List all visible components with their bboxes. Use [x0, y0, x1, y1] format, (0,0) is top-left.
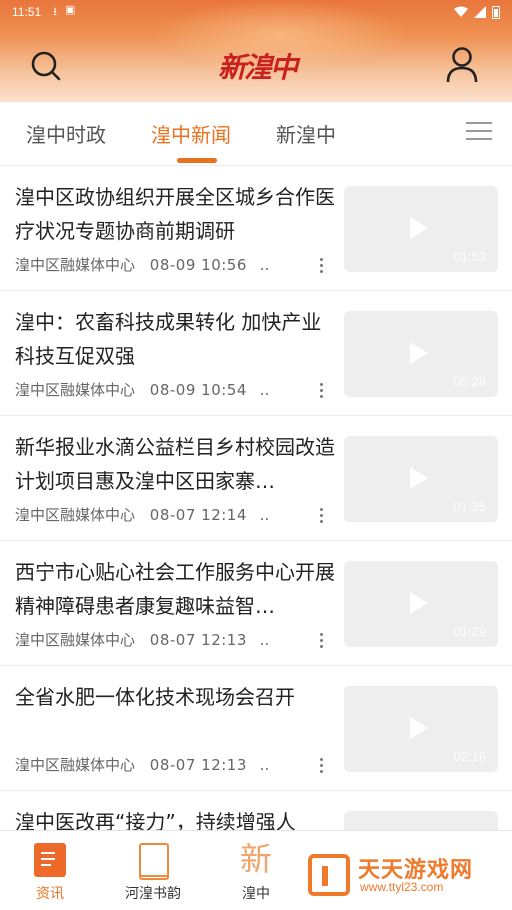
news-source: 湟中区融媒体中心 — [15, 756, 136, 774]
search-icon — [31, 51, 61, 81]
news-ellipsis: .. — [259, 631, 270, 649]
news-icon — [34, 843, 66, 877]
video-thumbnail[interactable]: 02:16 — [344, 686, 498, 772]
video-thumbnail[interactable] — [344, 811, 498, 830]
news-ellipsis: .. — [259, 506, 270, 524]
news-meta: 湟中区融媒体中心 08-07 12:13 .. — [15, 754, 305, 775]
news-item[interactable]: 西宁市心贴心社会工作服务中心开展精神障碍患者康复趣味益智… 湟中区融媒体中心 0… — [0, 541, 512, 666]
news-time: 08-09 10:54 — [149, 381, 247, 399]
more-options-button[interactable] — [313, 254, 329, 276]
video-thumbnail[interactable]: 01:53 — [344, 186, 498, 272]
status-right-icons — [454, 5, 500, 19]
active-tab-indicator — [177, 158, 217, 163]
more-options-button[interactable] — [313, 629, 329, 651]
nav-label: 资讯 — [36, 886, 64, 902]
status-bar: 11:51 ⭳ ▣ — [0, 0, 512, 24]
user-icon — [446, 47, 478, 83]
nav-label: 河湟书韵 — [125, 886, 181, 902]
nav-item-news[interactable]: 资讯 — [0, 831, 100, 910]
book-icon — [139, 843, 169, 880]
video-thumbnail[interactable]: 01:25 — [344, 436, 498, 522]
tab-xinwen[interactable]: 湟中新闻 — [151, 120, 231, 150]
video-duration: 01:53 — [453, 249, 486, 264]
news-ellipsis: .. — [259, 256, 270, 274]
news-ellipsis: .. — [259, 756, 270, 774]
news-list: 湟中区政协组织开展全区城乡合作医疗状况专题协商前期调研 湟中区融媒体中心 08-… — [0, 166, 512, 830]
news-title[interactable]: 新华报业水滴公益栏目乡村校园改造计划项目惠及湟中区田家寨… — [15, 430, 335, 498]
watermark-logo-icon — [308, 854, 350, 896]
play-icon — [410, 342, 428, 364]
video-duration: 05:28 — [453, 374, 486, 389]
xin-icon: 新 — [239, 840, 272, 878]
play-icon — [410, 467, 428, 489]
news-source: 湟中区融媒体中心 — [15, 256, 136, 274]
status-left-icons: ⭳ ▣ — [53, 3, 75, 22]
search-button[interactable] — [28, 48, 64, 84]
news-ellipsis: .. — [259, 381, 270, 399]
watermark: 天天游戏网 www.ttyl23.com — [300, 838, 505, 900]
news-item[interactable]: 湟中：农畜科技成果转化 加快产业科技互促双强 湟中区融媒体中心 08-09 10… — [0, 291, 512, 416]
play-icon — [410, 717, 428, 739]
notification-icon: ▣ — [65, 2, 76, 16]
news-item[interactable]: 湟中医改再“接力”，持续增强人 — [0, 791, 512, 830]
download-icon: ⭳ — [53, 4, 57, 18]
play-icon — [410, 217, 428, 239]
more-options-button[interactable] — [313, 504, 329, 526]
news-title[interactable]: 西宁市心贴心社会工作服务中心开展精神障碍患者康复趣味益智… — [15, 555, 335, 623]
nav-item-books[interactable]: 河湟书韵 — [103, 831, 203, 910]
news-title[interactable]: 湟中：农畜科技成果转化 加快产业科技互促双强 — [15, 305, 335, 373]
news-meta: 湟中区融媒体中心 08-09 10:56 .. — [15, 254, 305, 275]
news-meta: 湟中区融媒体中心 08-07 12:13 .. — [15, 629, 305, 650]
wifi-icon — [454, 6, 468, 17]
news-time: 08-07 12:13 — [149, 756, 247, 774]
news-meta: 湟中区融媒体中心 08-09 10:54 .. — [15, 379, 305, 400]
video-duration: 02:16 — [453, 749, 486, 764]
user-button[interactable] — [444, 46, 480, 84]
channel-tabs: 湟中时政 湟中新闻 新湟中 — [0, 102, 512, 166]
nav-label: 湟中 — [242, 886, 270, 902]
video-thumbnail[interactable]: 05:28 — [344, 311, 498, 397]
play-icon — [410, 592, 428, 614]
tab-xinhuangzhong[interactable]: 新湟中 — [276, 120, 336, 150]
news-title[interactable]: 湟中区政协组织开展全区城乡合作医疗状况专题协商前期调研 — [15, 180, 335, 248]
news-time: 08-09 10:56 — [149, 256, 247, 274]
news-meta: 湟中区融媒体中心 08-07 12:14 .. — [15, 504, 305, 525]
news-source: 湟中区融媒体中心 — [15, 631, 136, 649]
news-source: 湟中区融媒体中心 — [15, 506, 136, 524]
news-item[interactable]: 全省水肥一体化技术现场会召开 湟中区融媒体中心 08-07 12:13 .. 0… — [0, 666, 512, 791]
video-thumbnail[interactable]: 01:29 — [344, 561, 498, 647]
tab-shizheng[interactable]: 湟中时政 — [26, 120, 106, 150]
news-time: 08-07 12:13 — [149, 631, 247, 649]
nav-item-huangzhong[interactable]: 新 湟中 — [206, 831, 306, 910]
battery-icon — [492, 5, 500, 19]
app-logo: 新湟中 — [217, 51, 298, 84]
video-duration: 01:29 — [453, 624, 486, 639]
news-title[interactable]: 湟中医改再“接力”，持续增强人 — [15, 805, 335, 830]
news-source: 湟中区融媒体中心 — [15, 381, 136, 399]
signal-icon — [474, 6, 486, 18]
news-item[interactable]: 湟中区政协组织开展全区城乡合作医疗状况专题协商前期调研 湟中区融媒体中心 08-… — [0, 166, 512, 291]
news-time: 08-07 12:14 — [149, 506, 247, 524]
channel-menu-button[interactable] — [466, 122, 492, 146]
news-title[interactable]: 全省水肥一体化技术现场会召开 — [15, 680, 335, 714]
more-options-button[interactable] — [313, 379, 329, 401]
app-header: 11:51 ⭳ ▣ 新湟中 — [0, 0, 512, 102]
watermark-url: www.ttyl23.com — [360, 880, 444, 894]
status-time: 11:51 — [12, 5, 42, 19]
more-options-button[interactable] — [313, 754, 329, 776]
video-duration: 01:25 — [453, 499, 486, 514]
news-item[interactable]: 新华报业水滴公益栏目乡村校园改造计划项目惠及湟中区田家寨… 湟中区融媒体中心 0… — [0, 416, 512, 541]
